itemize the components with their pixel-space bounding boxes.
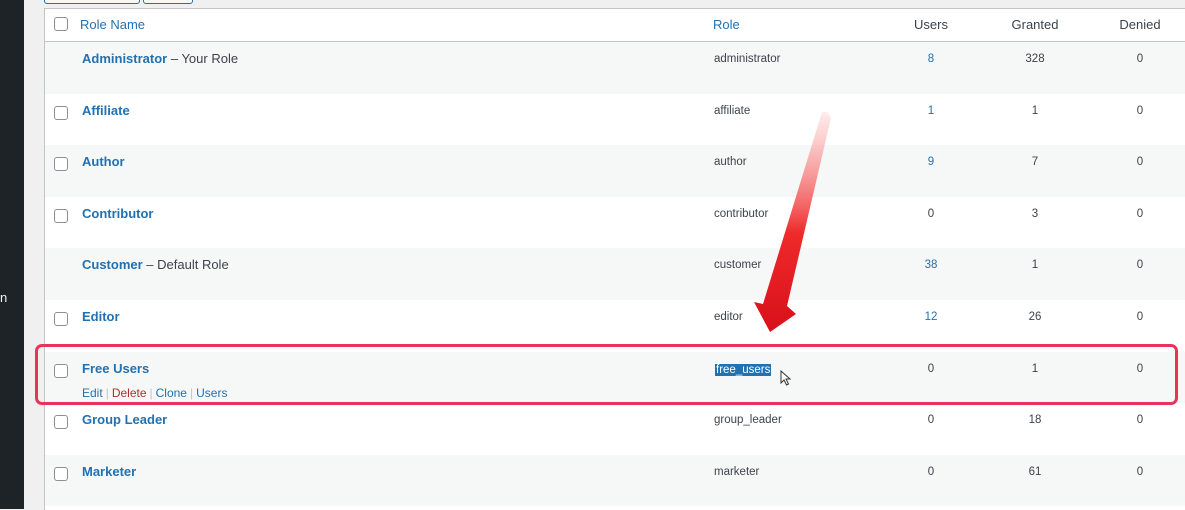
role-name-link[interactable]: Group Leader <box>82 412 167 427</box>
row-action-edit[interactable]: Edit <box>82 386 103 400</box>
role-slug: customer <box>714 259 762 272</box>
role-name-link[interactable]: Free Users <box>82 361 149 376</box>
table-row: Marketer marketer 0 61 0 <box>45 454 1185 507</box>
granted-count: 1 <box>1031 362 1039 375</box>
role-slug: author <box>714 156 747 169</box>
role-name-cell: Contributor <box>82 206 153 221</box>
role-slug: contributor <box>714 207 769 220</box>
role-name-suffix: – Default Role <box>142 257 229 273</box>
role-name-link[interactable]: Customer <box>82 257 143 272</box>
denied-count: 0 <box>1136 156 1144 169</box>
role-name-cell: Marketer <box>82 464 136 479</box>
role-slug: editor <box>714 310 743 323</box>
denied-count: 0 <box>1136 465 1144 478</box>
column-users: Users <box>914 17 948 32</box>
table-row: Affiliate affiliate 1 1 0 <box>45 94 1185 146</box>
role-slug: free_users <box>715 363 772 376</box>
row-checkbox[interactable] <box>54 466 68 481</box>
role-name-cell: Author <box>82 154 125 169</box>
table-body: Administrator – Your Role administrator 8 3… <box>45 42 1185 507</box>
role-name-link[interactable]: Marketer <box>82 464 136 479</box>
users-count[interactable]: 9 <box>928 156 934 168</box>
denied-count: 0 <box>1136 53 1144 65</box>
row-actions: Edit | Delete | Clone | Users <box>82 386 227 400</box>
denied-count: 0 <box>1136 104 1144 117</box>
users-count[interactable]: 1 <box>928 105 934 117</box>
admin-sidebar: n <box>0 0 24 509</box>
users-count[interactable]: 12 <box>925 311 938 323</box>
action-separator: | <box>189 385 194 400</box>
role-name-link[interactable]: Editor <box>82 309 120 324</box>
roles-table: Role Name Role Users Granted Denied Admi… <box>44 8 1185 510</box>
row-checkbox[interactable] <box>54 157 68 172</box>
role-name-cell: Free Users <box>82 361 149 376</box>
row-checkbox[interactable] <box>54 311 68 326</box>
role-name-suffix: – Your Role <box>167 51 239 66</box>
users-count: 0 <box>927 465 935 478</box>
role-slug: marketer <box>714 465 760 478</box>
select-all-checkbox[interactable] <box>54 17 68 31</box>
role-slug: group_leader <box>714 414 782 427</box>
denied-count: 0 <box>1136 207 1144 220</box>
table-row: Customer – Default Role customer 38 1 0 <box>45 248 1185 300</box>
role-name-cell: Editor <box>82 309 120 324</box>
role-name-cell: Administrator – Your Role <box>82 51 238 66</box>
granted-count: 18 <box>1028 414 1042 427</box>
role-name-cell: Group Leader <box>82 412 167 427</box>
granted-count: 61 <box>1028 465 1042 478</box>
row-checkbox[interactable] <box>54 363 68 378</box>
table-row: Group Leader group_leader 0 18 0 <box>45 403 1185 455</box>
granted-count: 328 <box>1025 53 1045 65</box>
role-name-link[interactable]: Affiliate <box>82 103 130 118</box>
role-name-cell: Affiliate <box>82 103 130 118</box>
row-checkbox[interactable] <box>54 208 68 223</box>
table-row: Author author 9 7 0 <box>45 145 1185 197</box>
table-header: Role Name Role Users Granted Denied <box>45 9 1185 42</box>
granted-count: 26 <box>1028 310 1042 323</box>
users-count: 0 <box>927 207 935 220</box>
denied-count: 0 <box>1136 362 1144 375</box>
mouse-cursor-icon <box>780 370 792 386</box>
role-name-link[interactable]: Administrator <box>82 51 167 66</box>
action-separator: | <box>105 385 109 400</box>
top-action-bar <box>0 0 1185 4</box>
role-slug: affiliate <box>714 104 751 117</box>
role-name-link[interactable]: Contributor <box>82 206 153 221</box>
table-row: Administrator – Your Role administrator 8 3… <box>45 42 1185 94</box>
table-row: Free Users Edit | Delete | Clone | Users free_us… <box>45 351 1185 404</box>
users-count[interactable]: 38 <box>925 259 938 271</box>
users-count: 0 <box>927 414 935 427</box>
users-count[interactable]: 8 <box>928 53 934 65</box>
role-name-link[interactable]: Author <box>82 154 125 169</box>
row-checkbox[interactable] <box>54 105 68 120</box>
sidebar-menu-fragment[interactable]: n <box>0 290 7 305</box>
table-row: Contributor contributor 0 3 0 <box>45 197 1185 249</box>
table-row: Editor editor 12 26 0 <box>45 300 1185 352</box>
granted-count: 3 <box>1031 207 1039 220</box>
column-granted: Granted <box>1011 17 1059 32</box>
bulk-action-select[interactable] <box>44 0 140 4</box>
denied-count: 0 <box>1136 414 1144 427</box>
row-action-clone[interactable]: Clone <box>156 386 187 400</box>
granted-count: 1 <box>1031 259 1039 272</box>
role-name-cell: Customer – Default Role <box>82 257 229 272</box>
apply-button[interactable] <box>143 0 193 4</box>
role-slug: administrator <box>714 53 781 65</box>
users-count: 0 <box>927 362 935 375</box>
column-denied: Denied <box>1119 17 1161 32</box>
denied-count: 0 <box>1136 310 1144 323</box>
row-action-delete[interactable]: Delete <box>112 386 147 400</box>
action-separator: | <box>149 385 153 400</box>
row-checkbox[interactable] <box>54 415 68 430</box>
granted-count: 1 <box>1031 104 1039 117</box>
granted-count: 7 <box>1031 156 1039 169</box>
column-role[interactable]: Role <box>713 17 740 32</box>
denied-count: 0 <box>1136 259 1144 272</box>
column-role-name[interactable]: Role Name <box>80 17 145 32</box>
row-action-users[interactable]: Users <box>196 386 227 400</box>
